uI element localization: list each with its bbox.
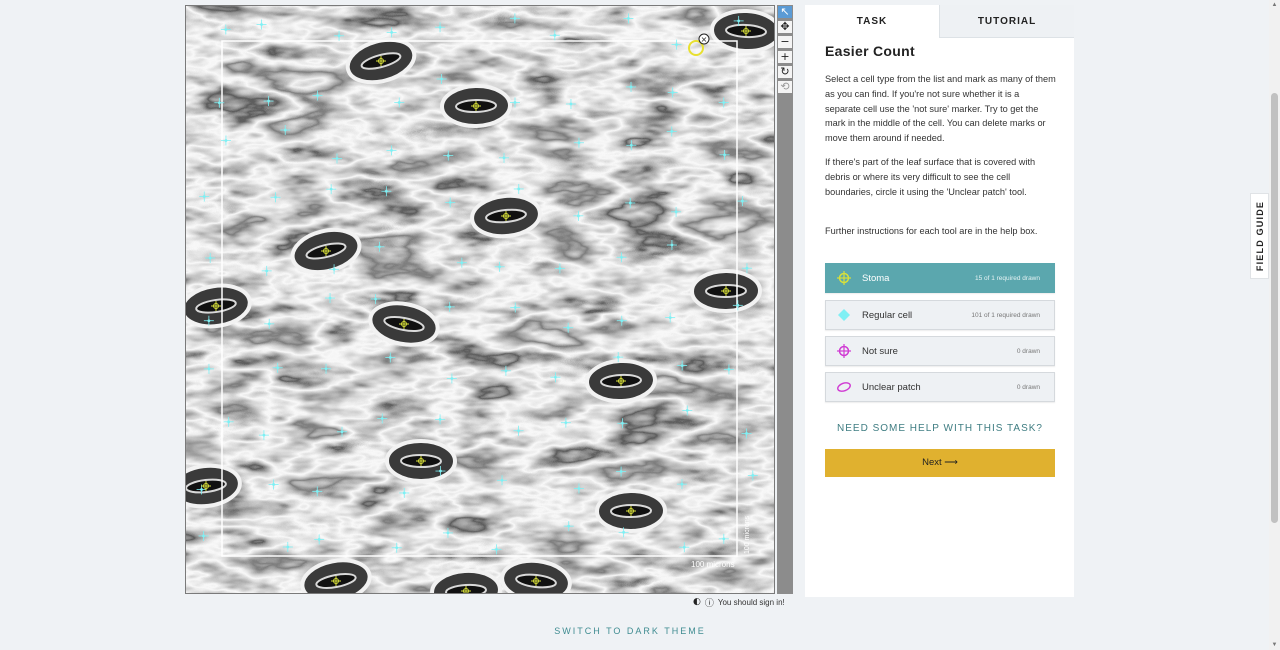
diamond-icon: [826, 301, 862, 329]
zoom-out-button[interactable]: −: [778, 36, 792, 48]
panel-tabs: TASK TUTORIAL: [805, 5, 1074, 38]
tool-status: 101 of 1 required drawn: [971, 311, 1040, 319]
leaf-micrograph[interactable]: × 100 microns 100 microns: [186, 6, 774, 593]
reset-view-button[interactable]: ⟲: [778, 81, 792, 93]
svg-text:×: ×: [701, 35, 708, 44]
ellipse-icon: [826, 373, 862, 401]
scroll-up-icon[interactable]: ▲: [1269, 0, 1280, 10]
viewer-toolbar: ↖ ✥ − + ↻ ⟲: [777, 5, 793, 594]
contrast-icon[interactable]: ◐: [693, 597, 701, 607]
crosshair-icon: [826, 337, 862, 365]
tool-label: Regular cell: [862, 309, 913, 321]
tool-unclear-patch-button[interactable]: Unclear patch 0 drawn: [825, 372, 1055, 402]
switch-theme-link[interactable]: SWITCH TO DARK THEME: [0, 626, 1260, 636]
task-help-link[interactable]: NEED SOME HELP WITH THIS TASK?: [825, 423, 1055, 434]
zoom-in-button[interactable]: +: [778, 51, 792, 63]
sign-in-notice[interactable]: You should sign in!: [718, 598, 785, 607]
tool-regular-cell-button[interactable]: Regular cell 101 of 1 required drawn: [825, 300, 1055, 330]
move-tool-button[interactable]: ✥: [778, 21, 792, 33]
scale-bar-label: 100 microns: [691, 560, 735, 569]
tab-tutorial[interactable]: TUTORIAL: [939, 5, 1074, 38]
tool-label: Stoma: [862, 272, 890, 284]
side-scale-label: 100 microns: [744, 515, 751, 554]
task-title: Easier Count: [825, 43, 915, 59]
field-guide-label: FIELD GUIDE: [1254, 200, 1265, 272]
subject-meta-bar: ◐ ⓘ You should sign in!: [693, 596, 785, 609]
subject-viewer[interactable]: × 100 microns 100 microns: [185, 5, 775, 594]
instruction-paragraph: Further instructions for each tool are i…: [825, 226, 1038, 236]
tool-status: 0 drawn: [1016, 383, 1040, 391]
pointer-tool-button[interactable]: ↖: [778, 6, 792, 18]
tool-label: Unclear patch: [862, 381, 921, 393]
info-icon[interactable]: ⓘ: [705, 596, 714, 609]
field-guide-tab[interactable]: FIELD GUIDE: [1250, 193, 1269, 279]
tab-task[interactable]: TASK: [805, 5, 939, 38]
task-panel: TASK TUTORIAL Easier Count Select a cell…: [805, 5, 1074, 597]
tool-not-sure-button[interactable]: Not sure 0 drawn: [825, 336, 1055, 366]
instruction-paragraph: If there's part of the leaf surface that…: [825, 157, 1036, 197]
instruction-paragraph: Select a cell type from the list and mar…: [825, 74, 1056, 144]
crosshair-icon: [826, 264, 862, 292]
page-scrollbar[interactable]: ▲ ▼: [1269, 0, 1280, 650]
tool-label: Not sure: [862, 345, 898, 357]
tool-status: 15 of 1 required drawn: [974, 274, 1040, 282]
scroll-thumb[interactable]: [1271, 93, 1278, 523]
next-button[interactable]: Next ⟶: [825, 449, 1055, 477]
scroll-down-icon[interactable]: ▼: [1269, 640, 1280, 650]
tool-status: 0 drawn: [1016, 347, 1040, 355]
rotate-button[interactable]: ↻: [778, 66, 792, 78]
tool-stoma-button[interactable]: Stoma 15 of 1 required drawn: [825, 263, 1055, 293]
